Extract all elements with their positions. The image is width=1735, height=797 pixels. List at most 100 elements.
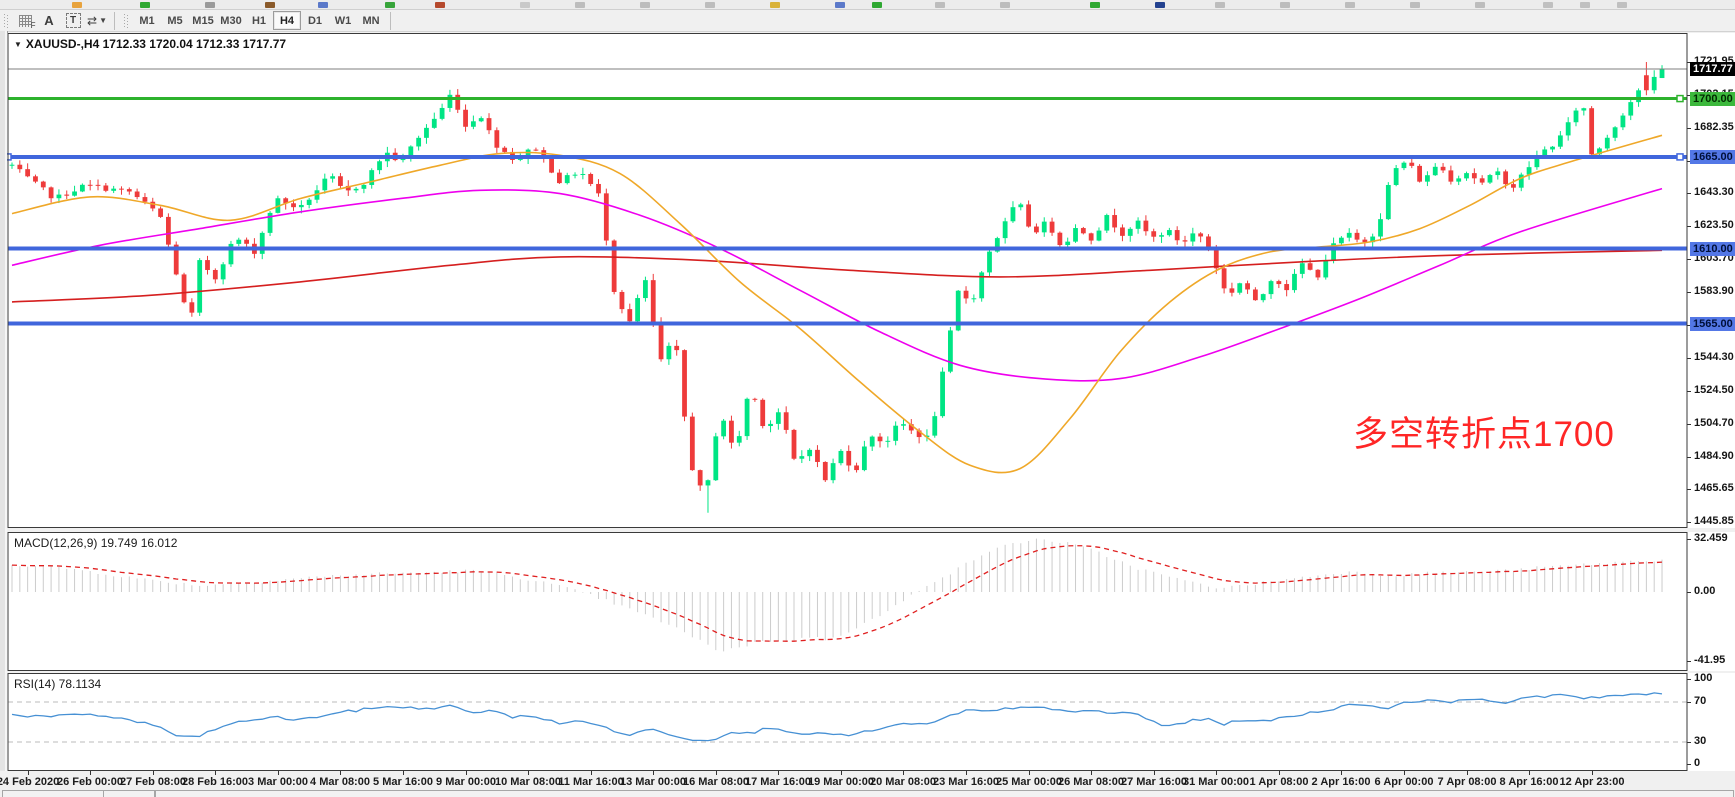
time-tick-mark <box>1216 771 1217 775</box>
time-tick-mark <box>528 771 529 775</box>
macd-label: MACD(12,26,9) 19.749 16.012 <box>14 536 177 550</box>
chart-toolbar: F A T ⇄▼ M1M5M15M30H1H4D1W1MN <box>0 10 1735 32</box>
toolbar-icon-cropped[interactable] <box>935 2 945 8</box>
timeframe-button-w1[interactable]: W1 <box>329 11 357 30</box>
macd-canvas[interactable] <box>7 532 1735 671</box>
toolbar-separator <box>390 12 391 30</box>
time-tick-mark <box>1091 771 1092 775</box>
toolbar-icon-cropped[interactable] <box>318 2 328 8</box>
macd-panel[interactable]: MACD(12,26,9) 19.749 16.012 <box>7 532 1735 671</box>
toolbar-icon-cropped[interactable] <box>872 2 882 8</box>
timeframe-drag-handle[interactable] <box>124 14 129 28</box>
rsi-label: RSI(14) 78.1134 <box>14 677 101 691</box>
grid-tool-button[interactable]: F <box>15 12 35 29</box>
toolbar-icon-cropped[interactable] <box>1345 2 1355 8</box>
toolbar-icon-cropped[interactable] <box>1475 2 1485 8</box>
timeframe-button-h4[interactable]: H4 <box>273 11 301 30</box>
time-tick-mark <box>1279 771 1280 775</box>
toolbar-icon-cropped[interactable] <box>72 2 82 8</box>
mt4-terminal-window: F A T ⇄▼ M1M5M15M30H1H4D1W1MN ▼XAUUSD-,H… <box>0 0 1735 797</box>
toolbar-icon-cropped[interactable] <box>575 2 585 8</box>
timeframe-button-m30[interactable]: M30 <box>217 11 245 30</box>
time-tick-mark <box>591 771 592 775</box>
toolbar-separator <box>114 12 115 30</box>
time-tick-mark <box>1154 771 1155 775</box>
toolbar-icon-cropped[interactable] <box>1155 2 1165 8</box>
text-tool-button[interactable]: A <box>39 12 59 29</box>
toolbar-icon-cropped[interactable] <box>705 2 715 8</box>
time-tick-mark <box>28 771 29 775</box>
timeframe-button-h1[interactable]: H1 <box>245 11 273 30</box>
toolbar-icon-cropped[interactable] <box>385 2 395 8</box>
toolbar-icon-cropped[interactable] <box>265 2 275 8</box>
hline-1665-handle-right[interactable] <box>1677 154 1683 160</box>
toolbar-icon-cropped[interactable] <box>1617 2 1627 8</box>
timeframe-button-m1[interactable]: M1 <box>133 11 161 30</box>
time-tick-mark <box>90 771 91 775</box>
time-tick-mark <box>1404 771 1405 775</box>
toolbar-drag-handle[interactable] <box>4 14 9 28</box>
time-label: 12 Apr 23:00 <box>1550 776 1634 788</box>
timeframe-button-d1[interactable]: D1 <box>301 11 329 30</box>
time-tick-mark <box>778 771 779 775</box>
time-tick-mark <box>841 771 842 775</box>
time-tick-mark <box>403 771 404 775</box>
timeframe-button-m15[interactable]: M15 <box>189 11 217 30</box>
time-tick-mark <box>716 771 717 775</box>
toolbar-icon-cropped[interactable] <box>1580 2 1590 8</box>
arrows-icon: ⇄ <box>87 14 97 28</box>
time-tick-mark <box>153 771 154 775</box>
rsi-canvas[interactable] <box>7 673 1735 771</box>
hline-1700-handle-right[interactable] <box>1677 96 1683 102</box>
toolbar-icon-cropped[interactable] <box>1090 2 1100 8</box>
status-segment <box>2 790 104 797</box>
timeframe-button-m5[interactable]: M5 <box>161 11 189 30</box>
status-segment <box>155 790 1734 797</box>
collapse-triangle-icon[interactable]: ▼ <box>14 40 22 49</box>
time-tick-mark <box>1529 771 1530 775</box>
toolbar-icon-cropped[interactable] <box>1280 2 1290 8</box>
main-chart-panel[interactable]: ▼XAUUSD-,H4 1712.33 1720.04 1712.33 1717… <box>7 33 1735 528</box>
timeframe-button-mn[interactable]: MN <box>357 11 385 30</box>
rsi-panel-border <box>8 674 1687 771</box>
rsi-line <box>12 693 1662 741</box>
textbox-tool-button[interactable]: T <box>63 12 83 29</box>
macd-panel-border <box>8 533 1687 671</box>
time-axis[interactable]: 24 Feb 202026 Feb 00:0027 Feb 08:0028 Fe… <box>0 771 1735 790</box>
time-tick-mark <box>466 771 467 775</box>
toolbar-icon-cropped[interactable] <box>520 2 530 8</box>
status-segment <box>103 790 155 797</box>
toolbar-icon-cropped[interactable] <box>1410 2 1420 8</box>
toolbar-icon-cropped[interactable] <box>1000 2 1010 8</box>
grid-icon: F <box>19 15 32 27</box>
toolbar-icon-cropped[interactable] <box>1215 2 1225 8</box>
toolbar-icon-cropped[interactable] <box>640 2 650 8</box>
toolbar-icon-cropped[interactable] <box>770 2 780 8</box>
macd-histogram <box>12 539 1662 652</box>
time-tick-mark <box>653 771 654 775</box>
chart-title: ▼XAUUSD-,H4 1712.33 1720.04 1712.33 1717… <box>14 37 286 51</box>
textbox-icon: T <box>66 13 81 28</box>
timeframe-button-group: M1M5M15M30H1H4D1W1MN <box>133 11 385 30</box>
status-bar <box>0 790 1735 797</box>
toolbar-icon-cropped[interactable] <box>1543 2 1553 8</box>
toolbar-icon-cropped[interactable] <box>140 2 150 8</box>
macd-signal-line <box>12 546 1662 642</box>
annotation-text: 多空转折点1700 <box>1353 406 1615 457</box>
time-tick-mark <box>1029 771 1030 775</box>
time-tick-mark <box>903 771 904 775</box>
toolbar-icon-cropped[interactable] <box>435 2 445 8</box>
drawing-tools-button[interactable]: ⇄▼ <box>87 12 107 29</box>
cropped-toolbar-strip <box>0 0 1735 10</box>
toolbar-icon-cropped[interactable] <box>835 2 845 8</box>
rsi-panel[interactable]: RSI(14) 78.1134 <box>7 673 1735 771</box>
time-tick-mark <box>1341 771 1342 775</box>
time-tick-mark <box>278 771 279 775</box>
dropdown-caret-icon: ▼ <box>99 16 107 25</box>
ma-mid-magenta[interactable] <box>12 189 1662 381</box>
time-tick-mark <box>1592 771 1593 775</box>
time-tick-mark <box>966 771 967 775</box>
toolbar-icon-cropped[interactable] <box>205 2 215 8</box>
time-tick-mark <box>1467 771 1468 775</box>
time-tick-mark <box>215 771 216 775</box>
